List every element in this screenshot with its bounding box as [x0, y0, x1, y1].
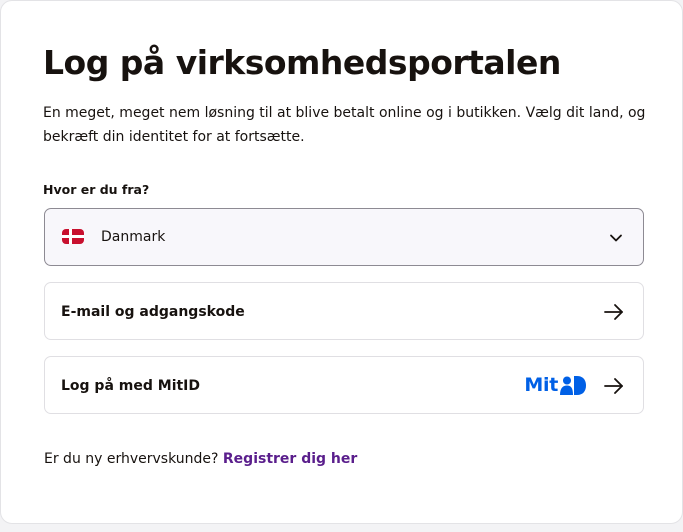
country-label: Hvor er du fra?: [43, 182, 150, 197]
register-prompt: Er du ny erhvervskunde? Registrer dig he…: [44, 451, 357, 467]
email-password-label: E-mail og adgangskode: [61, 304, 245, 320]
mitid-login-button[interactable]: Log på med MitID Mit: [44, 356, 644, 414]
country-select-value: Danmark: [101, 229, 166, 245]
mitid-logo: Mit: [524, 374, 586, 396]
mitid-login-label: Log på med MitID: [61, 378, 201, 394]
page-description: En meget, meget nem løsning til at blive…: [43, 105, 646, 145]
register-link[interactable]: Registrer dig her: [223, 451, 357, 467]
mitid-logo-text: Mit: [524, 374, 558, 396]
register-question: Er du ny erhvervskunde?: [44, 451, 219, 467]
page-title: Log på virksomhedsportalen: [43, 43, 561, 82]
denmark-flag-icon: [62, 229, 84, 244]
country-select[interactable]: Danmark: [44, 208, 644, 266]
arrow-right-icon: [604, 304, 623, 320]
arrow-right-icon: [604, 378, 623, 394]
email-password-button[interactable]: E-mail og adgangskode: [44, 282, 644, 340]
mitid-id-icon: [560, 375, 586, 395]
chevron-down-icon: [610, 234, 622, 242]
login-card: Log på virksomhedsportalen En meget, meg…: [0, 0, 683, 524]
